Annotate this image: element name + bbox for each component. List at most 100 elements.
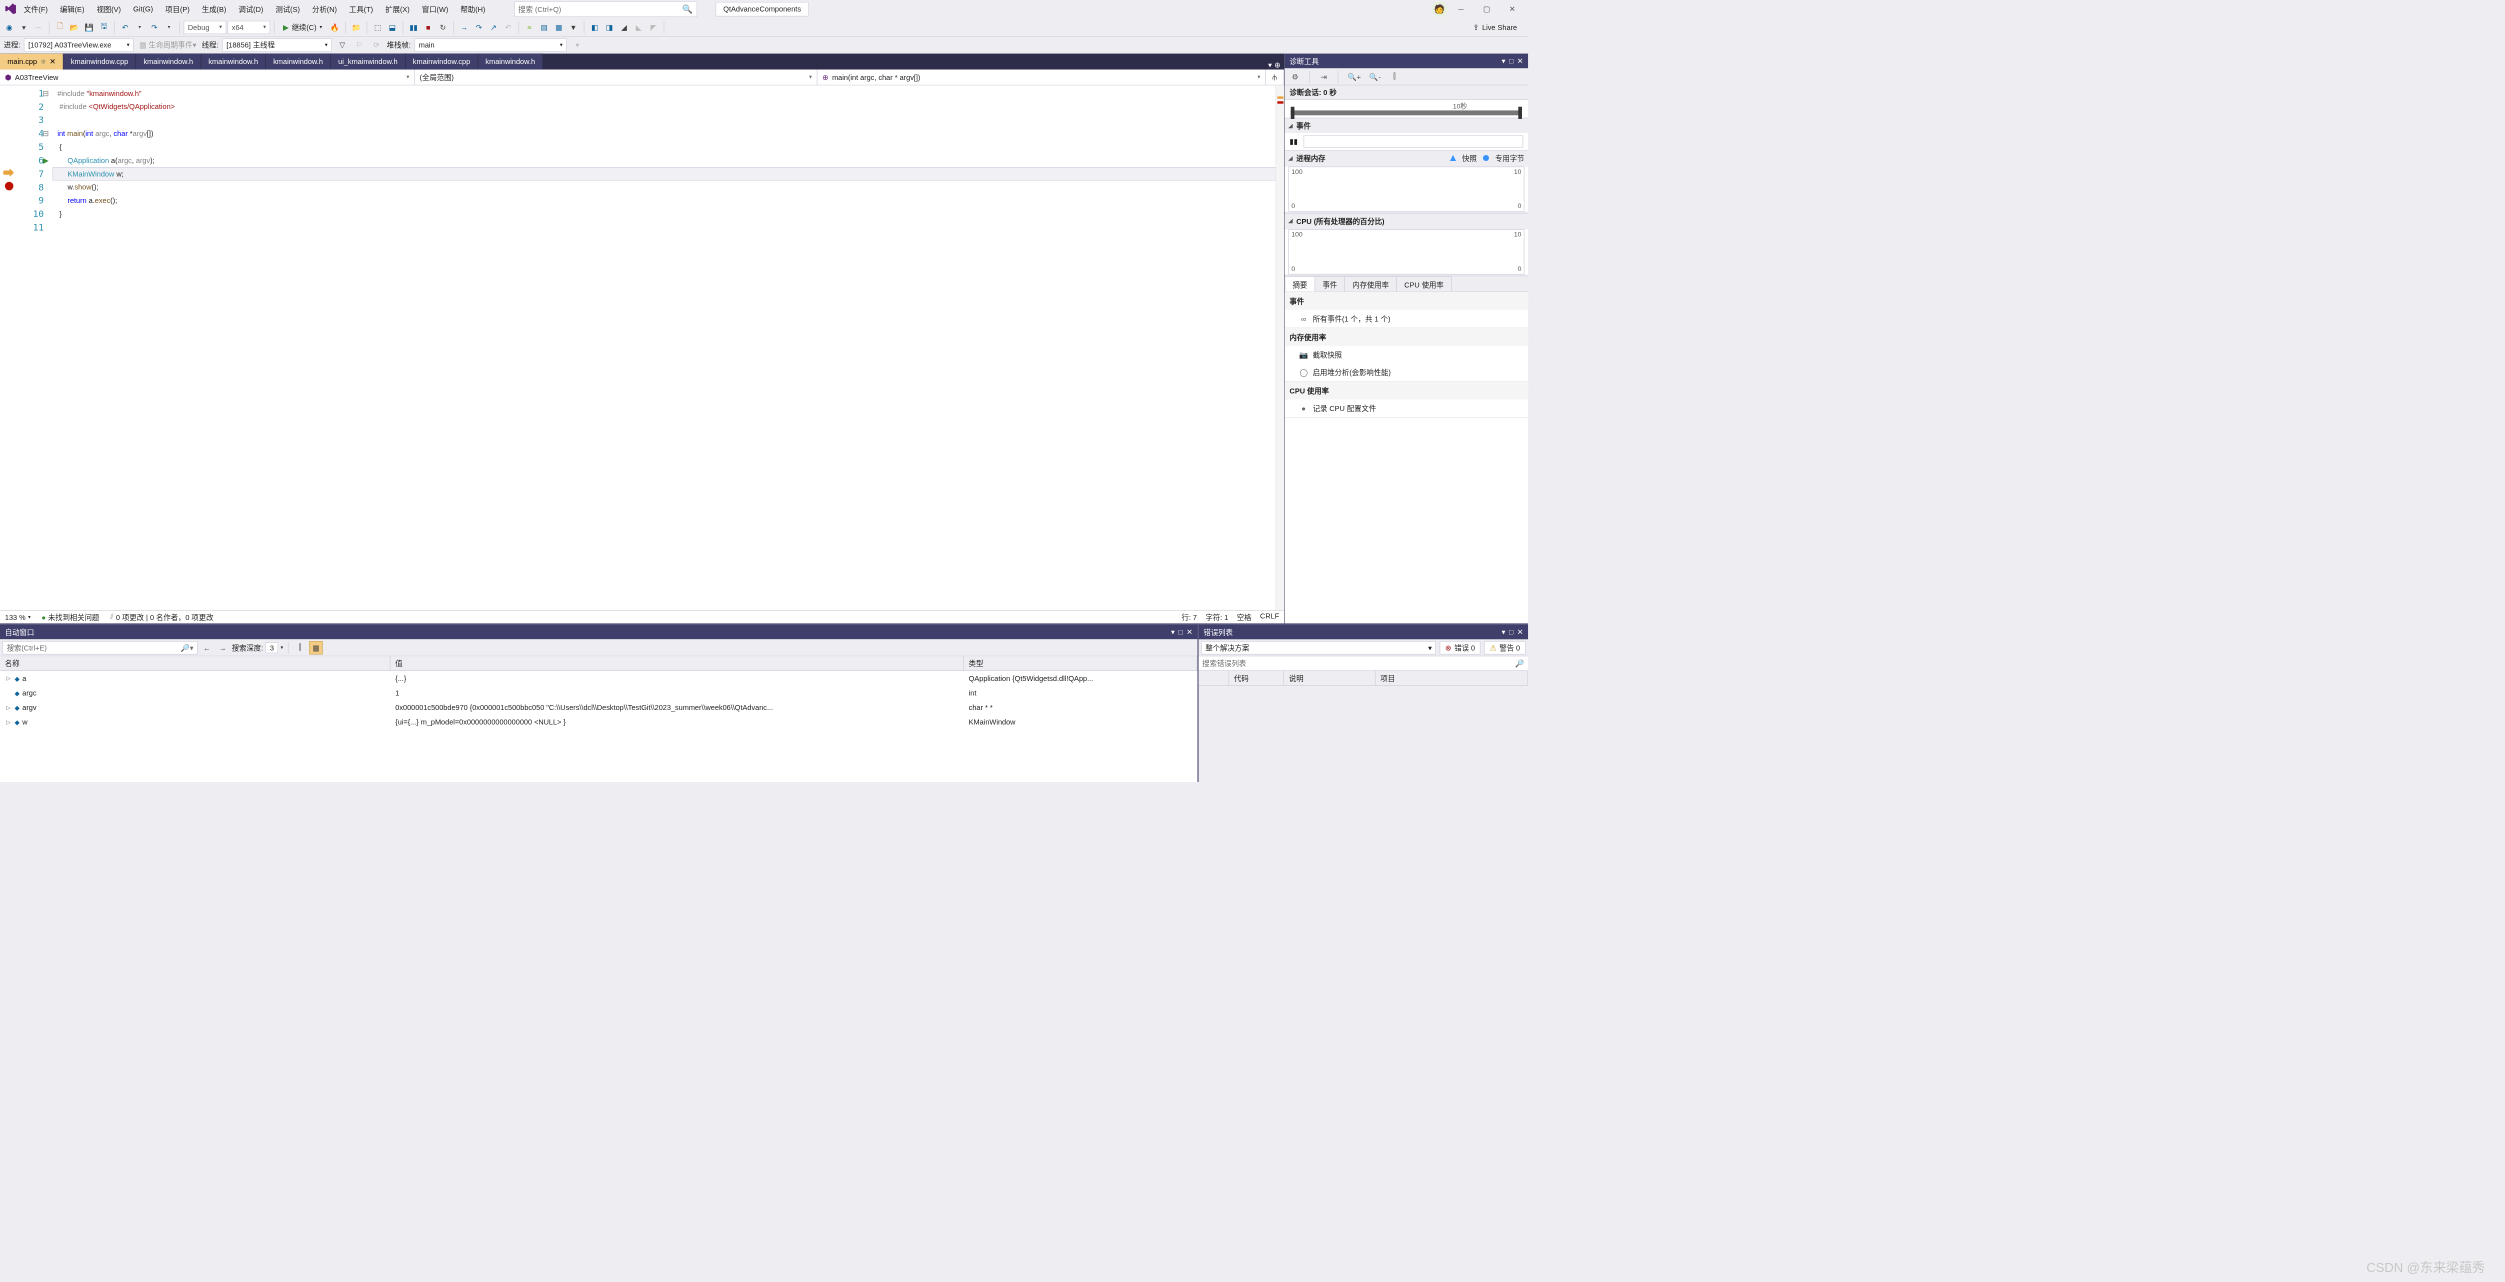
depth-value[interactable]: 3 [266, 642, 279, 653]
step-into-button[interactable]: → [457, 20, 470, 33]
diag-zoom-out-button[interactable]: 🔍- [1368, 70, 1383, 83]
undo-drop[interactable]: ▾ [133, 20, 146, 33]
forward-button[interactable]: ▾ [17, 20, 30, 33]
autos-tool-2[interactable]: ▦ [309, 641, 322, 654]
panel-dropdown-icon[interactable]: ▾ [1502, 628, 1506, 637]
menu-edit[interactable]: 编辑(E) [54, 2, 89, 17]
menu-test[interactable]: 测试(S) [270, 2, 305, 17]
scope-member-combo[interactable]: ⊕main(int argc, char * argv[])▾ [817, 70, 1265, 85]
live-share-button[interactable]: ⇪Live Share [1464, 23, 1525, 32]
col-desc[interactable]: 说明 [1284, 671, 1376, 685]
tab-6[interactable]: kmainwindow.cpp [405, 54, 478, 70]
restart-button[interactable]: ↻ [436, 20, 449, 33]
tab-3[interactable]: kmainwindow.h [201, 54, 266, 70]
global-search-input[interactable]: 搜索 (Ctrl+Q)🔍 [514, 1, 697, 17]
no-issues-indicator[interactable]: ● 未找到相关问题 [42, 612, 100, 622]
redo-drop[interactable]: ▾ [162, 20, 175, 33]
col-code[interactable]: 代码 [1229, 671, 1284, 685]
stack-tool[interactable]: ▾ [571, 38, 584, 51]
panel-close-icon[interactable]: ✕ [1186, 628, 1192, 637]
diag-chart-button[interactable]: ⫿ [1388, 70, 1401, 83]
breakpoint-icon[interactable] [5, 182, 14, 191]
scope-project-combo[interactable]: ⬢A03TreeView▾ [0, 70, 415, 85]
format-1[interactable]: ≡ [523, 20, 536, 33]
solution-name-badge[interactable]: QtAdvanceComponents [715, 2, 809, 17]
open-folder-button[interactable]: 📁 [349, 20, 362, 33]
warning-count-chip[interactable]: ⚠警告 0 [1484, 641, 1525, 654]
step-over-button[interactable]: ↷ [472, 20, 485, 33]
autos-row[interactable]: ◆argc1int [0, 686, 1197, 701]
code-editor[interactable]: 1 2 3 4 5 6 7 8 9 10 11 ⊟#include "kmain… [0, 85, 1284, 610]
autos-nav-fwd[interactable]: → [216, 641, 229, 654]
close-button[interactable]: ✕ [1500, 1, 1524, 17]
panel-pin-icon[interactable]: □ [1509, 628, 1513, 637]
bookmark-prev[interactable]: ◧ [588, 20, 601, 33]
menu-help[interactable]: 帮助(H) [455, 2, 491, 17]
menu-project[interactable]: 项目(P) [160, 2, 195, 17]
minimize-button[interactable]: ─ [1449, 1, 1473, 17]
diag-tab-events[interactable]: 事件 [1315, 276, 1346, 291]
scope-type-combo[interactable]: (全局范围)▾ [415, 70, 818, 85]
maximize-button[interactable]: ▢ [1474, 1, 1498, 17]
pause-icon[interactable]: ▮▮ [1290, 137, 1298, 146]
menu-git[interactable]: Git(G) [128, 2, 159, 15]
cpu-header[interactable]: CPU (所有处理器的百分比) [1296, 216, 1384, 226]
tab-2[interactable]: kmainwindow.h [136, 54, 201, 70]
tab-4[interactable]: kmainwindow.h [266, 54, 331, 70]
menu-tools[interactable]: 工具(T) [344, 2, 379, 17]
bookmark-6[interactable]: ◤ [647, 20, 660, 33]
user-avatar[interactable]: 🧑 [1432, 1, 1448, 17]
diag-tab-memory[interactable]: 内存使用率 [1344, 276, 1396, 291]
autos-tool-1[interactable]: ⫿ [293, 641, 306, 654]
panel-close-icon[interactable]: ✕ [1517, 57, 1523, 66]
tab-main-cpp[interactable]: main.cpp⊕✕ [0, 54, 64, 70]
undo-button[interactable]: ↶ [118, 20, 131, 33]
lifecycle-events-button[interactable]: ▥ 生命周期事件 ▾ [137, 38, 198, 51]
autos-row[interactable]: ▷◆w{ui={...} m_pModel=0x0000000000000000… [0, 715, 1197, 730]
stop-button[interactable]: ■ [421, 20, 434, 33]
memory-header[interactable]: 进程内存 [1296, 153, 1325, 163]
redo-button[interactable]: ↷ [148, 20, 161, 33]
col-icon[interactable] [1199, 671, 1230, 685]
panel-close-icon[interactable]: ✕ [1517, 628, 1523, 637]
back-button[interactable]: ◉ [2, 20, 15, 33]
panel-dropdown-icon[interactable]: ▾ [1502, 57, 1506, 66]
overview-ruler[interactable] [1276, 85, 1285, 610]
col-value[interactable]: 值 [390, 656, 963, 670]
autos-nav-back[interactable]: ← [200, 641, 213, 654]
tab-1[interactable]: kmainwindow.cpp [64, 54, 137, 70]
diag-settings-button[interactable]: ⚙ [1288, 70, 1301, 83]
menu-window[interactable]: 窗口(W) [416, 2, 453, 17]
error-count-chip[interactable]: ⊗错误 0 [1440, 641, 1481, 654]
history-button[interactable]: ─ [32, 20, 45, 33]
fold-toggle[interactable]: ⊟ [41, 87, 50, 100]
save-button[interactable]: 💾 [82, 20, 95, 33]
events-header[interactable]: 事件 [1296, 120, 1311, 130]
thread-combo[interactable]: [18856] 主线程▾ [222, 38, 332, 51]
menu-view[interactable]: 视图(V) [91, 2, 126, 17]
step-command-1[interactable]: ⬚ [371, 20, 384, 33]
error-search-input[interactable]: 搜索错误列表🔎 [1199, 656, 1528, 671]
tab-5[interactable]: ui_kmainwindow.h [331, 54, 406, 70]
zoom-dropdown[interactable]: 133 %▾ [5, 613, 31, 622]
bookmark-next[interactable]: ◨ [603, 20, 616, 33]
run-to-line-icon[interactable]: ▶ [41, 154, 50, 167]
platform-dropdown[interactable]: x64▾ [228, 20, 271, 33]
step-back-button[interactable]: ↶ [501, 20, 514, 33]
autos-row[interactable]: ▷◆argv0x000001c500bde970 {0x000001c500bb… [0, 700, 1197, 715]
menu-extensions[interactable]: 扩展(X) [380, 2, 415, 17]
summary-snapshot[interactable]: 📷截取快照 [1285, 346, 1528, 364]
menu-file[interactable]: 文件(F) [18, 2, 53, 17]
filter-3[interactable]: ⟳ [370, 38, 383, 51]
config-dropdown[interactable]: Debug▾ [184, 20, 227, 33]
col-project[interactable]: 项目 [1376, 671, 1529, 685]
hot-reload-button[interactable]: 🔥 [328, 20, 341, 33]
diag-tab-summary[interactable]: 摘要 [1285, 276, 1316, 291]
filter-2[interactable]: ⚐ [353, 38, 366, 51]
tab-more-button[interactable]: ⊕ [1274, 61, 1280, 70]
process-combo[interactable]: [10792] A03TreeView.exe▾ [24, 38, 134, 51]
tab-7[interactable]: kmainwindow.h [478, 54, 543, 70]
menu-debug[interactable]: 调试(D) [233, 2, 269, 17]
step-out-button[interactable]: ↗ [487, 20, 500, 33]
diag-reset-button[interactable]: ⇥ [1317, 70, 1330, 83]
